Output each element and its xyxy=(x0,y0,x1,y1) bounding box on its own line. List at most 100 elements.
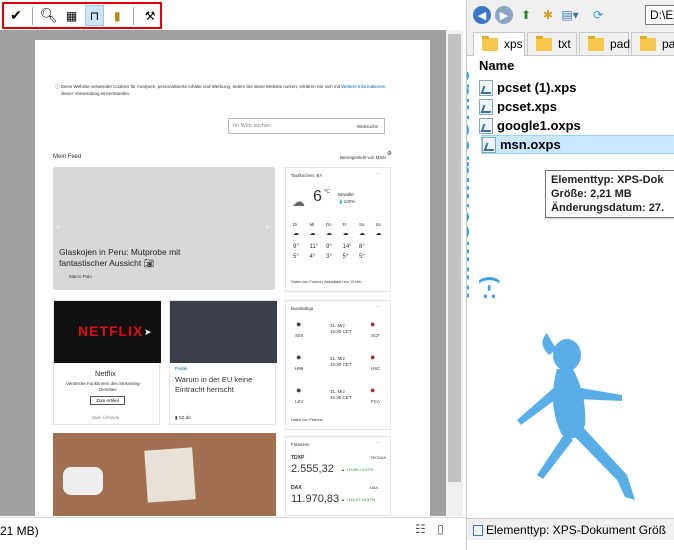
refresh-icon[interactable]: ⟳ xyxy=(589,6,607,24)
netflix-title: Netflix xyxy=(95,369,116,378)
finance-card[interactable]: Finanzen ··· TDXP TECDAX 2.555,32 ▲ +14,95 … xyxy=(285,436,391,516)
vertical-scrollbar[interactable] xyxy=(446,30,463,516)
info-box-icon xyxy=(473,525,483,537)
tooltip-type: Elementtyp: XPS-Dok xyxy=(551,174,664,186)
document-page: ⓘ Diese Website verwendet Cookies für An… xyxy=(35,40,430,516)
search-button[interactable]: Websuche xyxy=(357,124,378,129)
match-date: 31. Mrz xyxy=(330,389,346,394)
file-item[interactable]: google1.oxps xyxy=(479,116,674,135)
folder-icon xyxy=(482,36,498,51)
status-text: 21 MB) xyxy=(0,524,39,538)
politics-category[interactable]: Politik xyxy=(175,366,187,371)
explorer-pane: ◀ ▶ ⬆ ✱ ▤▾ ⟳ D:\E xps txt pad pad Name p… xyxy=(466,0,674,550)
tab-xps[interactable]: xps xyxy=(473,32,525,56)
xps-viewer-pane: ✔ 🔍︎ ▦ ⊓ ▮ ⚒ ⓘ Diese Website verwendet C… xyxy=(0,0,466,550)
scrollbar-thumb[interactable] xyxy=(448,34,461,482)
hero-card[interactable]: ‹ › Glaskojen in Peru: Mutprobe mit fant… xyxy=(53,167,275,290)
toolbar-separator xyxy=(31,6,33,25)
forecast-low: 5° xyxy=(359,254,365,260)
presentation-icon[interactable]: ⊓ xyxy=(84,5,105,26)
match-time: 15:30 CET xyxy=(330,362,352,367)
ticker-value: 2.555,32 xyxy=(291,463,334,475)
up-folder-icon[interactable]: ⬆ xyxy=(517,6,535,24)
away-crest-icon: ● xyxy=(370,352,376,362)
cookie-notice: ⓘ Diese Website verwendet Cookies für An… xyxy=(55,84,386,89)
view-menu-icon[interactable]: ▤▾ xyxy=(561,6,579,24)
photo-card[interactable] xyxy=(53,433,276,516)
bundesliga-card[interactable]: Bundesliga ··· ● S04 31. Mrz 15:30 CET ● SCF ●… xyxy=(285,300,391,430)
forward-icon[interactable]: ▶ xyxy=(495,6,513,24)
forecast-low: 4° xyxy=(309,254,316,260)
forecast-high: 9° xyxy=(326,244,332,250)
ticker-name: DAX xyxy=(291,485,302,491)
filmstrip-icon[interactable]: ▦ xyxy=(62,5,82,26)
finance-title: Finanzen xyxy=(291,442,310,447)
netflix-desc-line2: Dienstes xyxy=(99,387,117,392)
chevron-left-icon[interactable]: ‹ xyxy=(57,222,60,231)
new-folder-icon[interactable]: ✱ xyxy=(539,6,557,24)
chevron-right-icon[interactable]: › xyxy=(266,222,269,231)
document-viewport[interactable]: ⓘ Diese Website verwendet Cookies für An… xyxy=(0,30,446,516)
cookie-info-link[interactable]: Weitere Informationen xyxy=(341,84,385,89)
address-bar[interactable]: D:\E xyxy=(645,5,674,25)
politics-image xyxy=(170,301,277,363)
forecast-day: Do xyxy=(326,222,332,227)
forecast-high: 9° xyxy=(293,244,299,250)
tooltip-size: Größe: 2,21 MB xyxy=(551,188,632,200)
tab-txt[interactable]: txt xyxy=(527,32,577,55)
forecast-low: 5° xyxy=(342,254,349,260)
home-team: H96 xyxy=(295,366,304,371)
more-icon[interactable]: ··· xyxy=(376,304,381,309)
cursor-icon: ➤ xyxy=(144,327,152,337)
bundesliga-footer: Daten von Perform xyxy=(291,418,323,422)
search-input[interactable]: Im Web suchen xyxy=(233,123,271,129)
tab-pad[interactable]: pad xyxy=(579,32,630,55)
weather-temp: 6 xyxy=(313,188,322,205)
file-item[interactable]: pcset.xps xyxy=(479,97,674,116)
read-article-button[interactable]: Zum Artikel xyxy=(90,396,125,405)
tab-pad-2[interactable]: pad xyxy=(631,32,674,55)
ticker-value: 11.970,83 xyxy=(291,493,340,505)
file-item[interactable]: pcset (1).xps xyxy=(479,78,674,97)
forecast-cloud-icon: ☁ xyxy=(375,231,382,237)
zoom-icon[interactable]: 🔍︎ xyxy=(39,5,59,26)
tools-icon[interactable]: ⚒ xyxy=(140,5,160,26)
home-team: LEV xyxy=(295,399,304,404)
web-search-box[interactable]: Im Web suchen Websuche xyxy=(228,118,385,134)
bundesliga-title: Bundesliga xyxy=(291,306,314,311)
back-icon[interactable]: ◀ xyxy=(473,6,491,24)
camera-icon: 📷︎ xyxy=(143,258,155,268)
forecast-day: Fr xyxy=(342,222,347,227)
file-item-selected[interactable]: msn.oxps xyxy=(481,135,674,154)
view-mode-icon[interactable]: ☷ ▯ xyxy=(415,522,448,536)
weather-condition: Bewölkt xyxy=(338,192,354,197)
forecast-cloud-icon: ☁ xyxy=(342,231,349,237)
settings-icon[interactable]: ⚙ xyxy=(387,151,392,157)
viewer-statusbar: 21 MB) ☷ ▯ xyxy=(0,517,466,550)
weather-card[interactable]: Taufkirchen, BY ··· ☁ 6 °C Bewölkt 💧100%… xyxy=(285,167,391,292)
ticker-change: ▲ +115,97 +0,97% xyxy=(341,497,376,502)
more-icon[interactable]: ··· xyxy=(376,171,381,176)
weather-unit: °C xyxy=(324,189,331,195)
folder-icon xyxy=(640,36,656,51)
ticker-name: TDXP xyxy=(291,455,305,461)
forecast-low: 3° xyxy=(326,254,332,260)
folder-tabs: xps txt pad pad xyxy=(467,30,674,56)
forecast-day: Sa xyxy=(359,222,365,227)
politics-card[interactable]: Politik Warum in der EU keine Eintracht … xyxy=(169,300,277,425)
hero-headline: Glaskojen in Peru: Mutprobe mit xyxy=(59,247,181,257)
home-crest-icon: ● xyxy=(296,352,302,362)
toolbar-separator xyxy=(133,6,135,25)
away-team: HSC xyxy=(371,366,381,371)
netflix-logo: NETFLIX xyxy=(78,323,144,339)
netflix-card[interactable]: NETFLIX ➤ Netflix Verstecke Funktionen d… xyxy=(53,300,161,425)
home-team: S04 xyxy=(295,333,304,338)
folder-icon xyxy=(536,36,552,51)
more-icon[interactable]: ··· xyxy=(376,440,381,445)
forecast-cloud-icon: ☁ xyxy=(359,231,365,237)
politics-title: Warum in der EU keine xyxy=(175,375,253,384)
netflix-image: NETFLIX ➤ xyxy=(54,301,161,363)
checkmark-icon[interactable]: ✔ xyxy=(6,5,26,26)
folder-icon xyxy=(588,36,604,51)
book-icon[interactable]: ▮ xyxy=(107,5,127,26)
